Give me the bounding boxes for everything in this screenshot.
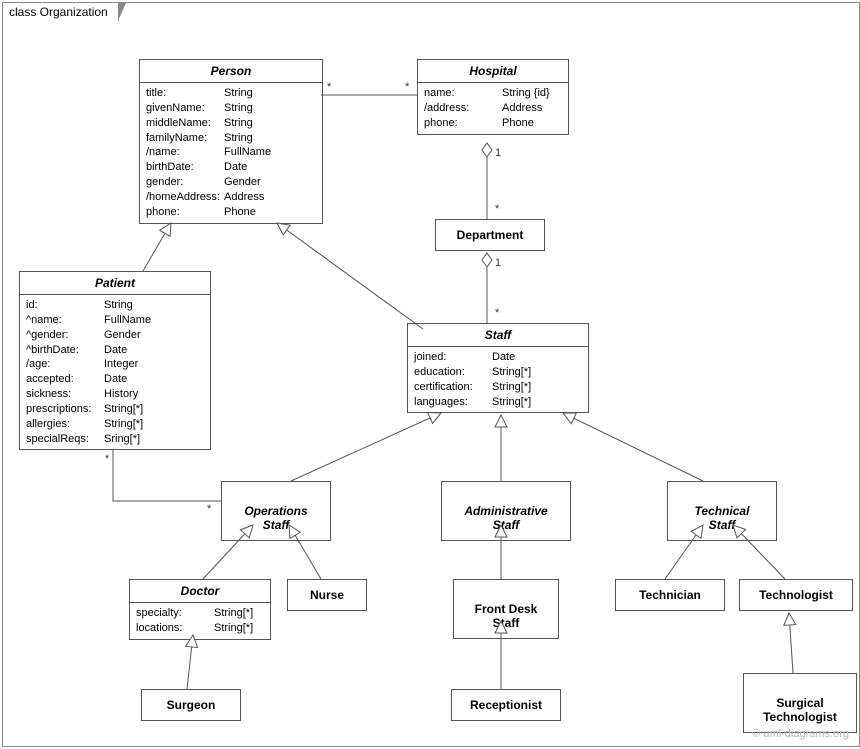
frame-label: class Organization <box>2 2 119 21</box>
multiplicity: * <box>405 81 409 93</box>
class-title: Department <box>457 228 524 242</box>
class-nurse: Nurse <box>287 579 367 611</box>
class-title: Surgeon <box>167 698 216 712</box>
class-attrs: title:StringgivenName:StringmiddleName:S… <box>140 83 322 223</box>
class-title: Surgical Technologist <box>763 696 837 724</box>
multiplicity: * <box>105 453 109 465</box>
class-surgeon: Surgeon <box>141 689 241 721</box>
class-hospital: Hospital name:String {id}/address:Addres… <box>417 59 569 135</box>
class-department: Department <box>435 219 545 251</box>
class-receptionist: Receptionist <box>451 689 561 721</box>
class-administrative-staff: Administrative Staff <box>441 481 571 541</box>
class-title: Hospital <box>418 60 568 83</box>
class-title: Front Desk Staff <box>475 602 538 630</box>
class-person: Person title:StringgivenName:Stringmiddl… <box>139 59 323 224</box>
class-technician: Technician <box>615 579 725 611</box>
class-attrs: joined:Dateeducation:String[*]certificat… <box>408 347 588 412</box>
multiplicity: * <box>495 307 499 319</box>
class-title: Patient <box>20 272 210 295</box>
multiplicity: * <box>327 81 331 93</box>
class-surgical-technologist: Surgical Technologist <box>743 673 857 733</box>
class-title: Technical Staff <box>695 504 750 532</box>
class-patient: Patient id:String^name:FullName^gender:G… <box>19 271 211 450</box>
class-title: Nurse <box>310 588 344 602</box>
multiplicity: 1 <box>495 257 501 269</box>
class-title: Administrative Staff <box>464 504 547 532</box>
class-title: Operations Staff <box>244 504 307 532</box>
watermark: © uml-diagrams.org <box>752 728 849 740</box>
class-attrs: id:String^name:FullName^gender:Gender^bi… <box>20 295 210 449</box>
uml-frame: class Organization Person title:Stringgi… <box>2 2 860 747</box>
class-front-desk-staff: Front Desk Staff <box>453 579 559 639</box>
class-title: Receptionist <box>470 698 542 712</box>
class-title: Staff <box>408 324 588 347</box>
class-doctor: Doctor specialty:String[*]locations:Stri… <box>129 579 271 640</box>
class-operations-staff: Operations Staff <box>221 481 331 541</box>
multiplicity: 1 <box>495 147 501 159</box>
class-attrs: specialty:String[*]locations:String[*] <box>130 603 270 639</box>
class-title: Person <box>140 60 322 83</box>
class-staff: Staff joined:Dateeducation:String[*]cert… <box>407 323 589 413</box>
multiplicity: * <box>207 503 211 515</box>
class-technologist: Technologist <box>739 579 853 611</box>
class-technical-staff: Technical Staff <box>667 481 777 541</box>
multiplicity: * <box>495 203 499 215</box>
class-attrs: name:String {id}/address:Addressphone:Ph… <box>418 83 568 134</box>
class-title: Technologist <box>759 588 833 602</box>
class-title: Technician <box>639 588 701 602</box>
class-title: Doctor <box>130 580 270 603</box>
